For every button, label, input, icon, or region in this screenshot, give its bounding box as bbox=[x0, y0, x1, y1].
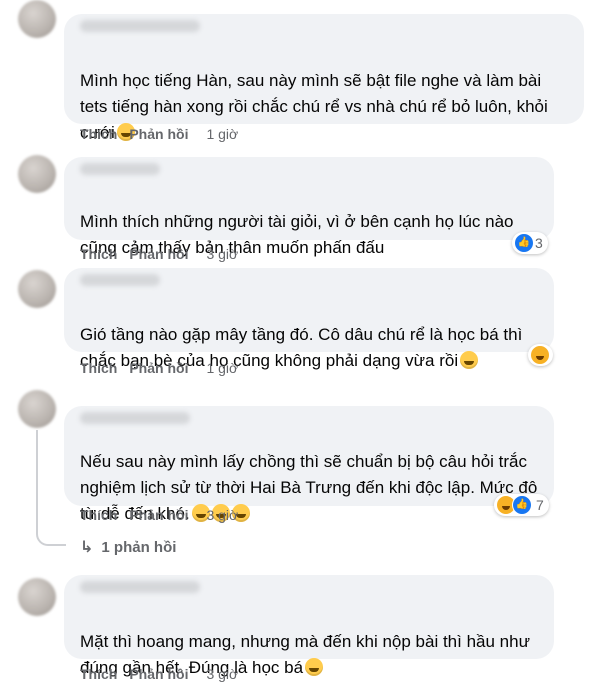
avatar[interactable] bbox=[18, 390, 56, 428]
like-button[interactable]: Thích bbox=[80, 360, 117, 376]
comment-bubble: Mình thích những người tài giỏi, vì ở bê… bbox=[64, 157, 554, 257]
comment-bubble: Mặt thì hoang mang, nhưng mà đến khi nộp… bbox=[64, 575, 554, 677]
avatar[interactable] bbox=[18, 270, 56, 308]
reaction-summary[interactable]: 7 bbox=[494, 494, 549, 516]
timestamp[interactable]: 3 giờ bbox=[206, 246, 238, 262]
reply-button[interactable]: Phản hồi bbox=[129, 666, 188, 682]
like-icon bbox=[512, 495, 532, 515]
view-replies-link[interactable]: ↳ 1 phản hồi bbox=[80, 537, 176, 557]
reaction-summary[interactable]: 3 bbox=[512, 232, 548, 254]
timestamp[interactable]: 1 giờ bbox=[206, 360, 238, 376]
comment-bubble: Gió tầng nào gặp mây tầng đó. Cô dâu chú… bbox=[64, 268, 554, 370]
avatar[interactable] bbox=[18, 155, 56, 193]
author-name[interactable] bbox=[80, 20, 200, 32]
like-icon bbox=[514, 233, 534, 253]
reply-button[interactable]: Phản hồi bbox=[129, 126, 188, 142]
timestamp[interactable]: 3 giờ bbox=[206, 507, 238, 523]
grin-emoji bbox=[460, 351, 479, 369]
care-icon bbox=[530, 345, 550, 365]
reply-arrow-icon: ↳ bbox=[80, 539, 94, 556]
reply-button[interactable]: Phản hồi bbox=[129, 507, 188, 523]
author-name[interactable] bbox=[80, 581, 200, 593]
author-name[interactable] bbox=[80, 163, 160, 175]
like-button[interactable]: Thích bbox=[80, 666, 117, 682]
astonished-emoji bbox=[305, 658, 324, 676]
reply-button[interactable]: Phản hồi bbox=[129, 360, 188, 376]
reply-button[interactable]: Phản hồi bbox=[129, 246, 188, 262]
replies-count: 1 phản hồi bbox=[101, 538, 177, 556]
reaction-summary[interactable] bbox=[528, 344, 553, 366]
thread-connector bbox=[36, 520, 66, 546]
thread-line bbox=[36, 430, 38, 530]
comment-actions: Thích Phản hồi 3 giờ bbox=[80, 666, 238, 682]
avatar[interactable] bbox=[18, 0, 56, 38]
comment-actions: Thích Phản hồi 1 giờ bbox=[80, 360, 238, 376]
comment-bubble: Nếu sau này mình lấy chồng thì sẽ chuẩn … bbox=[64, 406, 554, 523]
reaction-count: 3 bbox=[535, 235, 543, 251]
author-name[interactable] bbox=[80, 274, 160, 286]
like-button[interactable]: Thích bbox=[80, 246, 117, 262]
timestamp[interactable]: 1 giờ bbox=[206, 126, 238, 142]
comment-actions: Thích Phản hồi 3 giờ bbox=[80, 246, 238, 262]
comment-bubble: Mình học tiếng Hàn, sau này mình sẽ bật … bbox=[64, 14, 584, 142]
avatar[interactable] bbox=[18, 578, 56, 616]
like-button[interactable]: Thích bbox=[80, 507, 117, 523]
like-button[interactable]: Thích bbox=[80, 126, 117, 142]
timestamp[interactable]: 3 giờ bbox=[206, 666, 238, 682]
comment-actions: Thích Phản hồi 3 giờ bbox=[80, 507, 238, 523]
comment-actions: Thích Phản hồi 1 giờ bbox=[80, 126, 238, 142]
reaction-count: 7 bbox=[536, 497, 544, 513]
